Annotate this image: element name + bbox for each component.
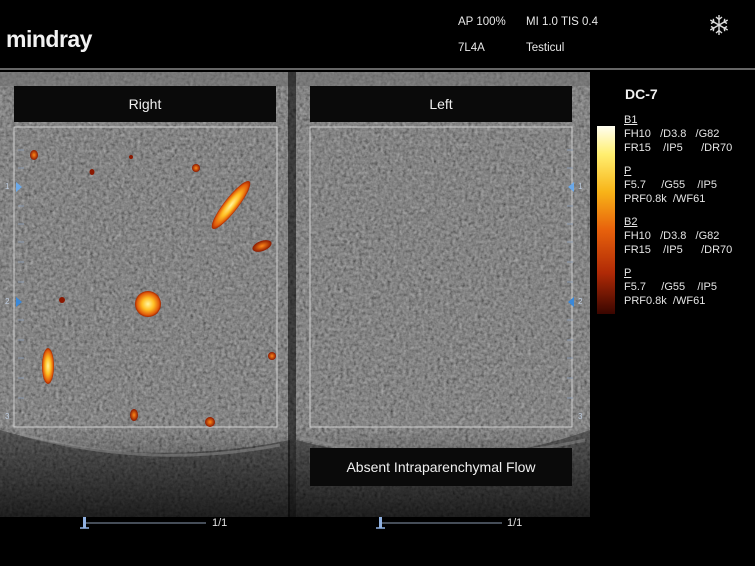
depth-mark-2-left: 2 [5,297,10,306]
param: /G55 [661,179,686,191]
p1-title: P [624,165,632,177]
depth-mark-2-right: 2 [578,297,583,306]
depth-mark-3-left: 3 [5,412,10,421]
param: /WF61 [672,193,706,205]
param: FR15 [624,142,651,154]
acoustic-power: AP 100% [458,16,506,28]
b1-title: B1 [624,114,638,126]
mode-label: DC-7 [625,86,658,102]
param: PRF0.8k [624,193,667,205]
param: /D3.8 [660,128,687,140]
param: FH10 [624,230,651,242]
depth-mark-3-right: 3 [578,412,583,421]
param: /G82 [695,128,720,140]
b1-params: B1 FH10 /D3.8 /G82 FR15 /IP5 /DR70 [624,113,732,155]
param: /WF61 [672,295,706,307]
b2-params: B2 FH10 /D3.8 /G82 FR15 /IP5 /DR70 [624,215,732,257]
flow-annotation: Absent Intraparenchymal Flow [310,448,572,486]
param: /DR70 [701,244,733,256]
param: /DR70 [701,142,733,154]
depth-mark-1-right: 1 [578,182,583,191]
param: F5.7 [624,281,647,293]
exam-preset: Testicul [526,42,565,54]
freeze-snowflake-icon[interactable] [708,14,730,36]
param: /IP5 [697,179,717,191]
depth-mark-1-left: 1 [5,182,10,191]
param: /IP5 [663,142,683,154]
header-divider [0,68,755,70]
mindray-logo: mindray [6,26,92,52]
left-pane-label: Left [310,86,572,122]
probe-name: 7L4A [458,42,485,54]
param: /IP5 [663,244,683,256]
p2-params: P F5.7 /G55 /IP5 PRF0.8k /WF61 [624,266,717,308]
color-map-bar [597,126,615,314]
param: FR15 [624,244,651,256]
param: /IP5 [697,281,717,293]
cine-slider-right[interactable] [80,516,210,530]
param: /G82 [695,230,720,242]
b2-title: B2 [624,216,638,228]
param: FH10 [624,128,651,140]
mi-tis-readout: MI 1.0 TIS 0.4 [526,16,599,28]
p1-params: P F5.7 /G55 /IP5 PRF0.8k /WF61 [624,164,717,206]
cine-slider-left[interactable] [376,516,506,530]
page-indicator-left: 1/1 [507,517,523,529]
p2-title: P [624,267,632,279]
param: PRF0.8k [624,295,667,307]
page-indicator-right: 1/1 [212,517,228,529]
param: F5.7 [624,179,647,191]
right-pane-label: Right [14,86,276,122]
param: /G55 [661,281,686,293]
param: /D3.8 [660,230,687,242]
